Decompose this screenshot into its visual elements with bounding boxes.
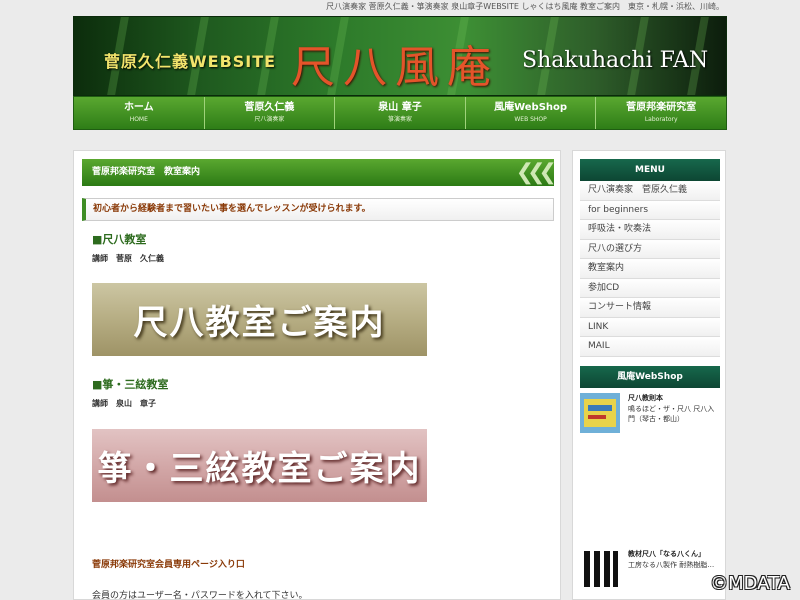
watermark: ©MDATA [710,573,790,594]
site-banner[interactable]: 菅原久仁義WEBSITE 尺八風庵 Shakuhachi FAN [73,16,727,96]
banner-title-en: Shakuhachi FAN [522,48,709,73]
shakuhachi-class-banner[interactable]: 尺八教室ご案内 [92,283,427,356]
shop-item-desc: 鳴るほど・ザ・尺八 尺八入門（琴古・都山） [628,405,715,423]
teacher-shakuhachi: 講師 菅原 久仁義 [92,254,164,263]
banner-title-jp: 菅原久仁義WEBSITE [104,52,277,71]
shop-item-textbook[interactable]: 尺八教則本 鳴るほど・ザ・尺八 尺八入門（琴古・都山） [580,393,720,437]
shop-item-title: 教材尺八「なる八くん」 [628,550,705,558]
menu-item-concert[interactable]: コンサート情報 [580,298,720,318]
menu-item-breathing[interactable]: 呼吸法・吹奏法 [580,220,720,240]
menu-item-beginners[interactable]: for beginners [580,200,720,220]
teacher-koto: 講師 泉山 章子 [92,399,156,408]
members-page-link[interactable]: 菅原邦楽研究室会員専用ページ入り口 [92,557,245,570]
section-title-koto: ■箏・三絃教室 [92,378,169,391]
shop-title: 風庵WebShop [580,366,720,388]
page-title: 菅原邦楽研究室 教室案内 [92,167,201,177]
members-description: 会員の方はユーザー名・パスワードを入れて下さい。 [92,591,308,600]
page-title-bar: 菅原邦楽研究室 教室案内 ❮❮❮ [82,159,557,186]
koto-class-banner[interactable]: 箏・三絃教室ご案内 [92,429,427,502]
site-tagline: 尺八演奏家 菅原久仁義・箏演奏家 泉山章子WEBSITE しゃくはち風庵 教室ご… [326,2,724,11]
nav-home[interactable]: ホーム HOME [74,97,205,129]
menu-item-choosing[interactable]: 尺八の選び方 [580,239,720,259]
nav-laboratory[interactable]: 菅原邦楽研究室 Laboratory [596,97,726,129]
book-cover-icon [580,393,620,433]
menu-item-sugawara[interactable]: 尺八演奏家 菅原久仁義 [580,181,720,201]
menu-item-link[interactable]: LINK [580,317,720,337]
shakuhachi-product-icon [580,549,620,589]
global-nav: ホーム HOME 菅原久仁義 尺八演奏家 泉山 章子 箏演奏家 風庵WebSho… [73,96,727,130]
side-menu: 尺八演奏家 菅原久仁義 for beginners 呼吸法・吹奏法 尺八の選び方… [580,181,720,357]
sidebar: MENU 尺八演奏家 菅原久仁義 for beginners 呼吸法・吹奏法 尺… [572,150,726,600]
banner-logo-title: 尺八風庵 [291,42,499,93]
notice-box: 初心者から経験者まで習いたい事を選んでレッスンが受けられます。 [82,198,554,221]
nav-izumiyama[interactable]: 泉山 章子 箏演奏家 [335,97,466,129]
menu-title: MENU [580,159,720,181]
shop-item-narupachi[interactable]: 教材尺八「なる八くん」 工房なる八製作 耐熱樹脂… [580,549,720,593]
chevrons-icon: ❮❮❮ [515,160,557,185]
main-content: 菅原邦楽研究室 教室案内 ❮❮❮ 初心者から経験者まで習いたい事を選んでレッスン… [73,150,561,600]
shop-item-title: 尺八教則本 [628,394,663,402]
shop-item-desc: 工房なる八製作 耐熱樹脂… [628,561,715,569]
nav-sugawara[interactable]: 菅原久仁義 尺八演奏家 [205,97,336,129]
menu-item-cd[interactable]: 参加CD [580,278,720,298]
nav-webshop[interactable]: 風庵WebShop WEB SHOP [466,97,597,129]
section-title-shakuhachi: ■尺八教室 [92,233,147,246]
menu-item-classes[interactable]: 教室案内 [580,259,720,279]
menu-item-mail[interactable]: MAIL [580,337,720,357]
